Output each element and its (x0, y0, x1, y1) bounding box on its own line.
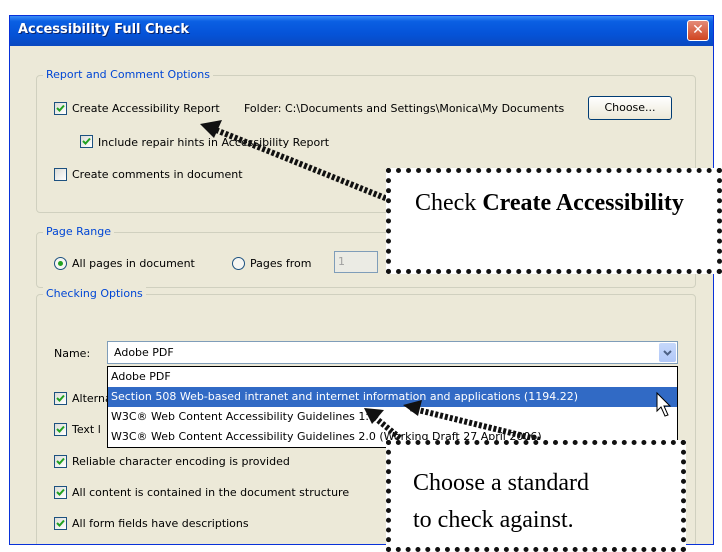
title-bar[interactable]: Accessibility Full Check ✕ (10, 16, 713, 46)
repair-hints-checkbox[interactable] (80, 135, 93, 148)
callout-check-create: Check Create Accessibility (386, 168, 722, 274)
callout-choose-standard: Choose a standard to check against. (386, 440, 686, 552)
choose-button-label: Choose... (604, 101, 656, 114)
standard-selected-value: Adobe PDF (114, 346, 174, 359)
check-item-checkbox[interactable] (54, 517, 67, 530)
standard-name-label: Name: (54, 347, 91, 360)
page-range-label: Page Range (43, 225, 114, 238)
check-item-label: All content is contained in the document… (72, 486, 350, 499)
report-options-label: Report and Comment Options (43, 68, 213, 81)
close-icon: ✕ (692, 22, 704, 38)
pages-from-field[interactable]: 1 (334, 251, 378, 273)
create-report-checkbox[interactable] (54, 102, 67, 115)
check-item-checkbox[interactable] (54, 486, 67, 499)
checkmark-icon (56, 519, 65, 527)
checkmark-icon (56, 457, 65, 465)
standard-dropdown-list: Adobe PDF Section 508 Web-based intranet… (107, 366, 678, 448)
check-item-label: Text l (72, 423, 101, 436)
standard-option[interactable]: Adobe PDF (108, 367, 677, 387)
callout-check-create-bold: Create Accessibility (482, 190, 684, 216)
check-item-checkbox[interactable] (54, 423, 67, 436)
callout-choose-line2: to check against. (413, 507, 574, 533)
checkmark-icon (56, 488, 65, 496)
standard-select[interactable]: Adobe PDF (107, 341, 678, 364)
all-pages-radio[interactable] (54, 257, 67, 270)
all-pages-label: All pages in document (72, 257, 195, 270)
repair-hints-label: Include repair hints in Accessibility Re… (98, 136, 330, 149)
check-item-checkbox[interactable] (54, 392, 67, 405)
create-report-label: Create Accessibility Report (72, 102, 220, 115)
check-item-label: Reliable character encoding is provided (72, 455, 290, 468)
pages-from-label: Pages from (250, 257, 312, 270)
checkmark-icon (56, 394, 65, 402)
pages-from-radio[interactable] (232, 257, 245, 270)
close-button[interactable]: ✕ (687, 20, 709, 41)
chevron-down-icon (663, 350, 672, 356)
checkmark-icon (56, 425, 65, 433)
checkmark-icon (82, 137, 91, 145)
checking-options-label: Checking Options (43, 287, 146, 300)
folder-path: Folder: C:\Documents and Settings\Monica… (244, 102, 565, 115)
check-item-checkbox[interactable] (54, 455, 67, 468)
standard-option[interactable]: W3C® Web Content Accessibility Guideline… (108, 407, 677, 427)
radio-selected-dot (58, 261, 63, 266)
create-comments-checkbox[interactable] (54, 168, 67, 181)
pages-from-value: 1 (338, 255, 345, 268)
page-left-margin (0, 0, 9, 552)
callout-check-create-text: Check (415, 190, 483, 216)
choose-button[interactable]: Choose... (588, 96, 672, 120)
standard-option-highlighted[interactable]: Section 508 Web-based intranet and inter… (108, 387, 677, 407)
dialog-title: Accessibility Full Check (18, 22, 189, 37)
check-item-label: All form fields have descriptions (72, 517, 249, 530)
checkmark-icon (56, 104, 65, 112)
callout-choose-line1: Choose a standard (413, 470, 589, 496)
dropdown-button[interactable] (659, 343, 676, 362)
create-comments-label: Create comments in document (72, 168, 243, 181)
